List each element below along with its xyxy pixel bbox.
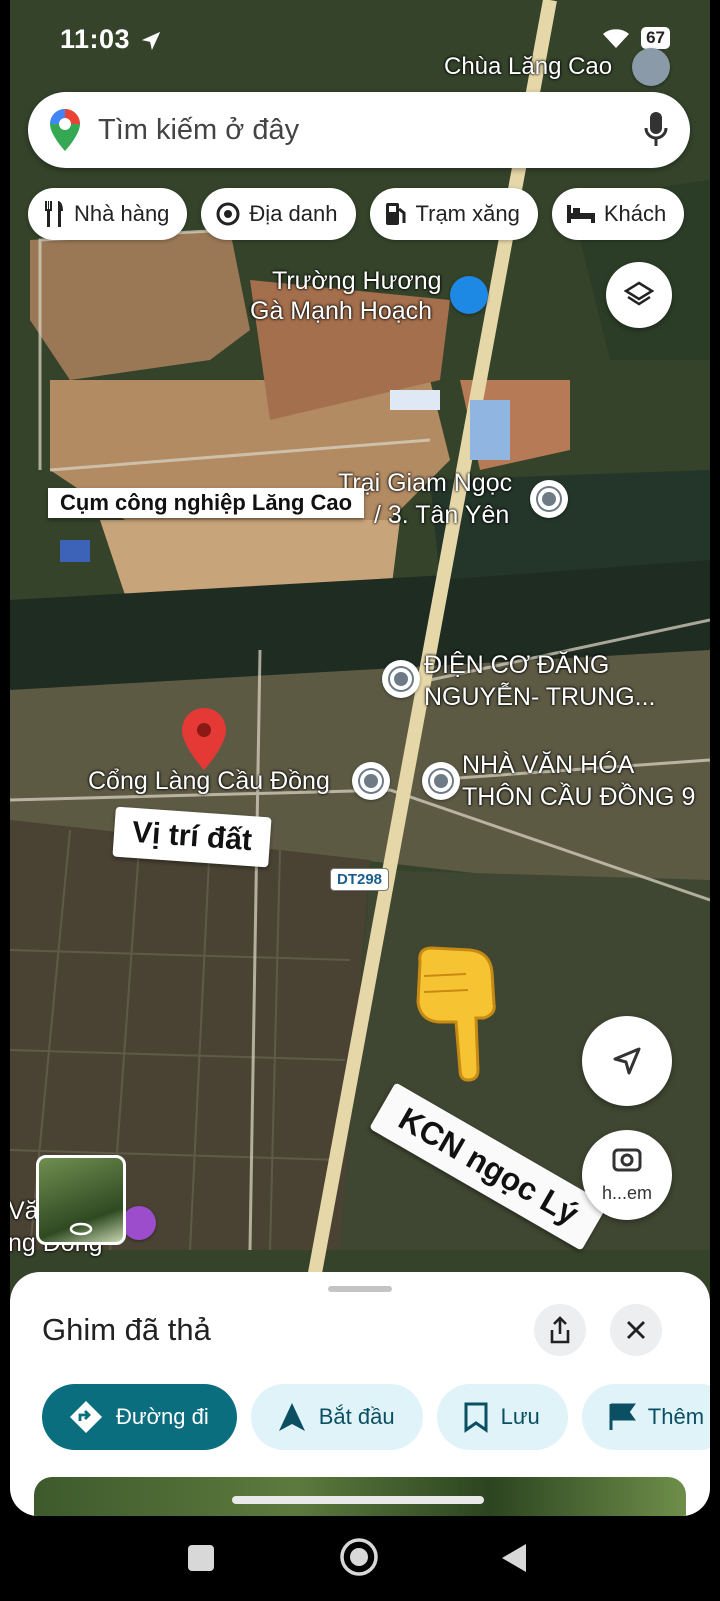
chip-gas-stations[interactable]: Trạm xăng <box>369 188 538 240</box>
poi-marker-icon[interactable] <box>382 660 420 698</box>
status-time: 11:03 <box>60 24 131 54</box>
shopping-poi-icon[interactable] <box>450 276 488 314</box>
fork-knife-icon <box>45 201 63 227</box>
chip-label: Địa danh <box>249 201 338 226</box>
flag-icon <box>609 1403 636 1430</box>
chip-label: Trạm xăng <box>415 201 520 226</box>
my-location-button[interactable] <box>582 1016 672 1106</box>
directions-icon <box>70 1401 102 1433</box>
place-label-truong-1[interactable]: Trường Hương <box>272 266 442 297</box>
place-label-trai-2[interactable]: / 3. Tân Yên <box>374 500 509 531</box>
close-button[interactable] <box>610 1304 662 1356</box>
place-label-truong-2[interactable]: Gà Mạnh Hoạch <box>250 296 432 327</box>
chip-label: Khách <box>603 201 667 226</box>
navigation-arrow-icon <box>278 1403 305 1431</box>
battery-level: 67 <box>641 27 670 49</box>
category-chips: Nhà hàng Địa danh Trạm xăng Khách <box>28 188 685 240</box>
camera-search-icon <box>612 1148 642 1172</box>
gesture-bar <box>232 1496 484 1504</box>
poi-marker-icon[interactable] <box>422 762 460 800</box>
more-label: Thêm <box>647 1404 705 1429</box>
lens-label: h...em <box>601 1183 653 1203</box>
place-label-dien-2[interactable]: NGUYỄN- TRUNG... <box>424 682 656 713</box>
bookmark-icon <box>464 1402 488 1433</box>
search-bar[interactable]: Tìm kiếm ở đây <box>28 92 690 168</box>
bed-icon <box>566 205 595 223</box>
save-button[interactable]: Lưu <box>436 1384 568 1450</box>
start-button[interactable]: Bắt đầu <box>250 1384 423 1450</box>
share-icon <box>550 1316 570 1344</box>
system-navigation-bar <box>0 1516 720 1601</box>
chip-hotels[interactable]: Khách <box>551 188 685 240</box>
save-label: Lưu <box>500 1404 540 1429</box>
chip-label: Nhà hàng <box>74 201 170 226</box>
place-label-dien-1[interactable]: ĐIỆN CƠ ĐĂNG <box>424 650 609 681</box>
place-label-nha-1[interactable]: NHÀ VĂN HÓA <box>462 750 634 781</box>
temple-poi-icon[interactable] <box>632 48 670 86</box>
road-shield: DT298 <box>330 868 390 891</box>
location-arrow-icon <box>141 31 161 51</box>
directions-label: Đường đi <box>116 1404 209 1429</box>
google-maps-pin-icon <box>50 109 80 151</box>
school-poi-icon[interactable] <box>530 480 568 518</box>
sheet-title: Ghim đã thả <box>42 1312 211 1347</box>
place-bottom-sheet[interactable]: Ghim đã thả Đường đi Bắt đầu Lưu Thêm <box>10 1272 710 1516</box>
chip-restaurants[interactable]: Nhà hàng <box>28 188 188 240</box>
landmark-icon <box>216 202 240 226</box>
layers-icon <box>624 281 654 306</box>
layers-button[interactable] <box>606 262 672 328</box>
share-button[interactable] <box>534 1304 586 1356</box>
sticker-cum-cong-nghiep: Cụm công nghiệp Lăng Cao <box>48 488 365 518</box>
directions-button[interactable]: Đường đi <box>42 1384 237 1450</box>
place-label-trai-1[interactable]: Trại Giam Ngọc <box>338 468 512 499</box>
place-label-nha-2[interactable]: THÔN CẦU ĐỒNG 9 <box>462 782 695 813</box>
recent-apps-button[interactable] <box>188 1545 214 1571</box>
place-label-cong-lang[interactable]: Cổng Làng Cầu Đồng <box>88 766 330 797</box>
search-input[interactable]: Tìm kiếm ở đây <box>98 114 644 147</box>
poi-marker-icon[interactable] <box>352 762 390 800</box>
place-label-van-1: Vă <box>10 1197 39 1225</box>
close-icon <box>627 1321 645 1339</box>
dropped-pin-icon[interactable] <box>182 708 226 770</box>
wifi-icon <box>603 29 630 48</box>
microphone-icon[interactable] <box>644 112 668 148</box>
action-buttons: Đường đi Bắt đầu Lưu Thêm <box>42 1384 710 1450</box>
sheet-drag-handle[interactable] <box>328 1286 392 1292</box>
start-label: Bắt đầu <box>318 1404 395 1429</box>
gas-station-icon <box>385 203 405 225</box>
home-button[interactable] <box>338 1536 380 1578</box>
street-view-thumbnail[interactable] <box>36 1155 126 1245</box>
cultural-poi-icon[interactable] <box>122 1206 156 1240</box>
lens-search-button[interactable]: h...em <box>582 1130 672 1220</box>
360-view-icon <box>69 1222 93 1236</box>
navigation-arrow-icon <box>613 1047 641 1075</box>
back-button[interactable] <box>500 1542 528 1574</box>
more-button[interactable]: Thêm <box>581 1384 710 1450</box>
pointing-hand-icon <box>416 946 496 1082</box>
place-label-chua[interactable]: Chùa Lăng Cao <box>444 52 612 82</box>
chip-landmarks[interactable]: Địa danh <box>201 188 356 240</box>
screen: 11:03 67 Tìm kiếm ở đây Nhà hàng Địa dan… <box>10 0 710 1516</box>
